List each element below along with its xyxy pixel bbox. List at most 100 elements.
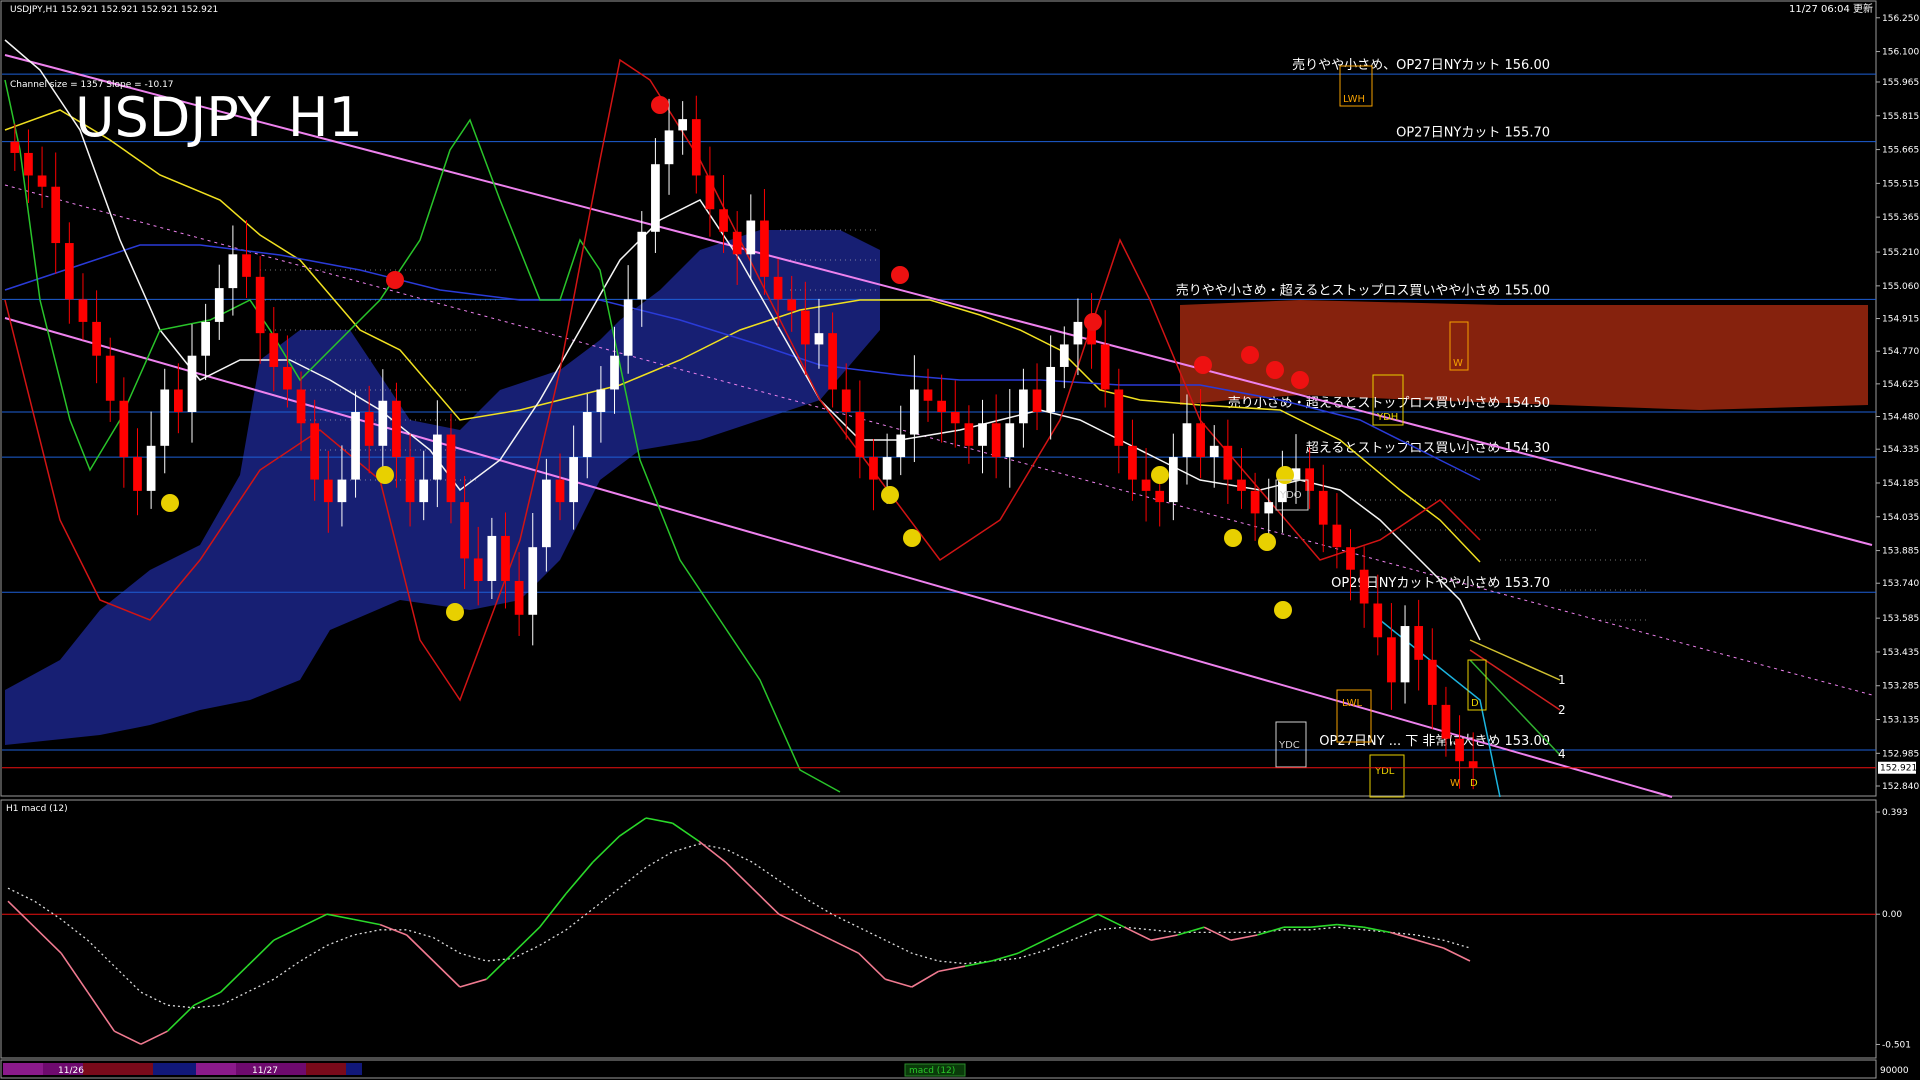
candle-body (310, 423, 320, 480)
buy-signal-icon (376, 466, 394, 484)
candle-body (542, 479, 551, 548)
candle-body (773, 276, 783, 300)
candle-body (978, 423, 987, 446)
buy-signal-icon (1224, 529, 1242, 547)
candle-body (187, 355, 197, 413)
macd-segment (326, 913, 354, 921)
candle-body (51, 186, 61, 244)
macd-segment (1017, 939, 1046, 954)
price-tick-label: 155.515 (1882, 179, 1919, 189)
chart-canvas[interactable]: 売りやや小さめ、OP27日NYカット 156.00 OP27日NYカット 155.… (0, 0, 1920, 1080)
macd-segment (858, 952, 886, 980)
candle-body (1400, 626, 1410, 683)
candle-body (64, 243, 74, 300)
candle-body (1100, 344, 1110, 390)
sell-signal-icon (1084, 313, 1102, 331)
price-tick-label: 153.585 (1882, 614, 1919, 624)
candle-body (528, 547, 538, 615)
candle-body (814, 333, 824, 345)
candle-body (105, 355, 115, 401)
candle-body (1046, 366, 1056, 413)
ichimoku-cloud-red (1180, 300, 1868, 410)
candle-body (1005, 423, 1015, 458)
weekly-label-2: W (1450, 778, 1460, 789)
candle-body (1073, 321, 1083, 345)
macd-segment (645, 817, 673, 824)
candle-body (160, 389, 170, 446)
projection-label-1: 1 (1558, 673, 1566, 687)
macd-segment (1124, 926, 1152, 941)
macd-panel-frame (0, 799, 1877, 1059)
candle-body (296, 389, 306, 424)
date-label-1127: 11/27 (252, 1066, 278, 1076)
candle-body (1141, 479, 1151, 491)
candle-body (119, 400, 129, 458)
candle-body (1359, 569, 1369, 604)
macd-segment (539, 892, 567, 928)
macd-segment (34, 926, 62, 954)
candle-body (419, 479, 429, 503)
price-tick-label: 152.985 (1882, 749, 1919, 759)
sell-signal-icon (1266, 361, 1284, 379)
buy-signal-icon (1151, 466, 1169, 484)
candle-body (214, 288, 224, 322)
candle-body (950, 412, 960, 424)
price-tick-label: 156.100 (1882, 48, 1919, 58)
candle-body (378, 400, 388, 446)
macd-segment (512, 926, 541, 954)
macd-segment (87, 991, 115, 1032)
macd-segment (725, 861, 753, 889)
candle-body (691, 119, 701, 176)
candle-body (664, 130, 674, 165)
buy-signal-icon (1258, 533, 1276, 551)
candle-body (637, 231, 647, 300)
macd-segment (1070, 913, 1099, 928)
candle-body (964, 423, 974, 446)
candle-body (651, 164, 660, 232)
candle-body (1209, 445, 1219, 458)
candle-body (364, 412, 374, 446)
candle-body (337, 479, 347, 503)
date-label-1126: 11/26 (58, 1066, 84, 1076)
candle-body (10, 141, 20, 153)
candle-body (787, 299, 797, 311)
candle-body (269, 333, 279, 367)
price-tick-label: 155.665 (1882, 146, 1919, 156)
chart-big-title: USDJPY H1 (75, 86, 363, 149)
candle-body (473, 558, 483, 581)
macd-segment (751, 887, 780, 915)
pivot-markers: LWH YDH YDO YDC YDL LWL W D W D 1 2 4 (1275, 65, 1566, 798)
price-axis[interactable]: 156.250 156.100 155.965 155.815 155.665 155.5… (1876, 14, 1919, 792)
candle-body (937, 400, 946, 413)
daily-label-2: D (1470, 778, 1478, 789)
candle-body (446, 434, 456, 503)
candle-body (1223, 445, 1233, 480)
sell-signal-icon (1241, 346, 1259, 364)
candle-body (501, 535, 510, 581)
candle-body (1414, 626, 1424, 660)
sell-signal-icon (1194, 356, 1212, 374)
price-tick-label: 154.035 (1882, 513, 1919, 523)
session-block (196, 1063, 236, 1075)
candle-body (1427, 659, 1437, 705)
session-block (346, 1063, 362, 1075)
candle-body (133, 457, 142, 491)
macd-segment (831, 939, 859, 954)
macd-segment (193, 991, 222, 1006)
candle-body (405, 457, 415, 503)
price-tick-label: 152.840 (1882, 782, 1919, 792)
candle-body (1346, 547, 1355, 570)
candle-body (1059, 344, 1069, 367)
candle-body (24, 152, 33, 176)
macd-segment (884, 978, 913, 988)
time-bar: 11/26 11/27 macd (12) 90000 (3, 1063, 1909, 1077)
candle-body (1032, 389, 1042, 413)
price-tick-label: 154.770 (1882, 347, 1919, 357)
candle-body (882, 457, 892, 480)
macd-segment (1150, 934, 1178, 941)
macd-segment (406, 934, 434, 962)
candle-body (1155, 490, 1165, 503)
ydo-label: YDO (1279, 490, 1302, 501)
candle-body (910, 389, 919, 435)
projection-2-line (1469, 649, 1561, 711)
